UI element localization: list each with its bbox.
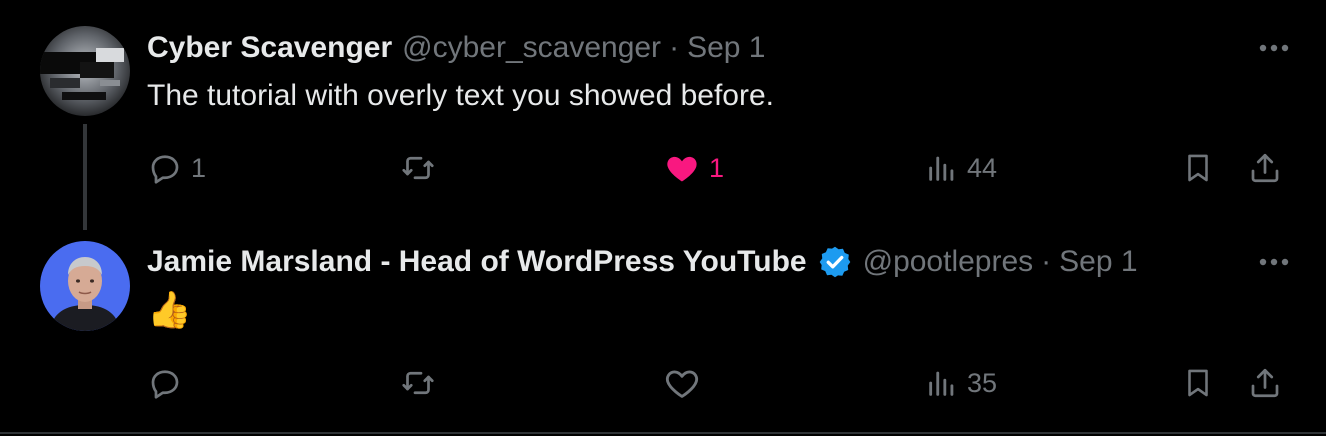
- thread-connector: [83, 124, 87, 230]
- tweet[interactable]: Cyber Scavenger @cyber_scavenger · Sep 1…: [0, 0, 1326, 230]
- action-bar: 35: [147, 361, 1287, 405]
- like-icon: [665, 370, 699, 398]
- separator: ·: [1041, 245, 1052, 278]
- avatar[interactable]: [40, 241, 130, 331]
- views-count: 44: [967, 152, 998, 183]
- bookmark-button[interactable]: [1181, 361, 1215, 405]
- handle[interactable]: @cyber_scavenger: [402, 31, 661, 65]
- bookmark-button[interactable]: [1181, 146, 1215, 190]
- tweet-header: Jamie Marsland - Head of WordPress YouTu…: [147, 242, 1286, 282]
- share-button[interactable]: [1247, 361, 1283, 405]
- views-icon: [929, 371, 954, 396]
- retweet-button[interactable]: [400, 361, 444, 405]
- share-icon: [1251, 368, 1279, 398]
- share-button[interactable]: [1247, 146, 1283, 190]
- bookmark-icon: [1188, 369, 1208, 397]
- verified-icon[interactable]: [817, 244, 853, 280]
- like-icon: [667, 156, 697, 182]
- reply-button[interactable]: 1: [147, 146, 206, 190]
- separator: ·: [669, 31, 680, 64]
- timestamp[interactable]: Sep 1: [1059, 245, 1137, 279]
- tweet[interactable]: Jamie Marsland - Head of WordPress YouTu…: [0, 218, 1326, 434]
- reply-icon: [151, 155, 179, 184]
- views-count: 35: [967, 367, 998, 398]
- share-icon: [1251, 153, 1279, 183]
- retweet-icon: [402, 156, 434, 180]
- more-icon[interactable]: [1254, 242, 1294, 282]
- like-count: 1: [709, 152, 725, 183]
- divider: [0, 432, 1326, 434]
- handle[interactable]: @pootlepres: [863, 245, 1034, 279]
- retweet-button[interactable]: [400, 146, 444, 190]
- reply-icon: [151, 370, 179, 399]
- conversation-thread: Cyber Scavenger @cyber_scavenger · Sep 1…: [0, 0, 1326, 436]
- views-button[interactable]: 35: [925, 361, 997, 405]
- timestamp[interactable]: Sep 1: [687, 31, 765, 65]
- tweet-text: The tutorial with overly text you showed…: [147, 79, 774, 112]
- avatar[interactable]: [40, 26, 130, 116]
- retweet-icon: [402, 371, 434, 395]
- views-button[interactable]: 44: [925, 146, 997, 190]
- like-button[interactable]: [663, 361, 709, 405]
- display-name[interactable]: Jamie Marsland - Head of WordPress YouTu…: [147, 245, 807, 279]
- like-button[interactable]: 1: [663, 146, 724, 190]
- bookmark-icon: [1188, 154, 1208, 182]
- reply-count: 1: [191, 152, 207, 183]
- views-icon: [929, 156, 954, 181]
- more-icon[interactable]: [1254, 28, 1294, 68]
- reply-button[interactable]: [147, 361, 191, 405]
- action-bar: 1 1 44: [147, 146, 1287, 190]
- display-name[interactable]: Cyber Scavenger: [147, 31, 392, 65]
- tweet-header: Cyber Scavenger @cyber_scavenger · Sep 1: [147, 28, 1286, 68]
- tweet-text: 👍: [147, 289, 192, 330]
